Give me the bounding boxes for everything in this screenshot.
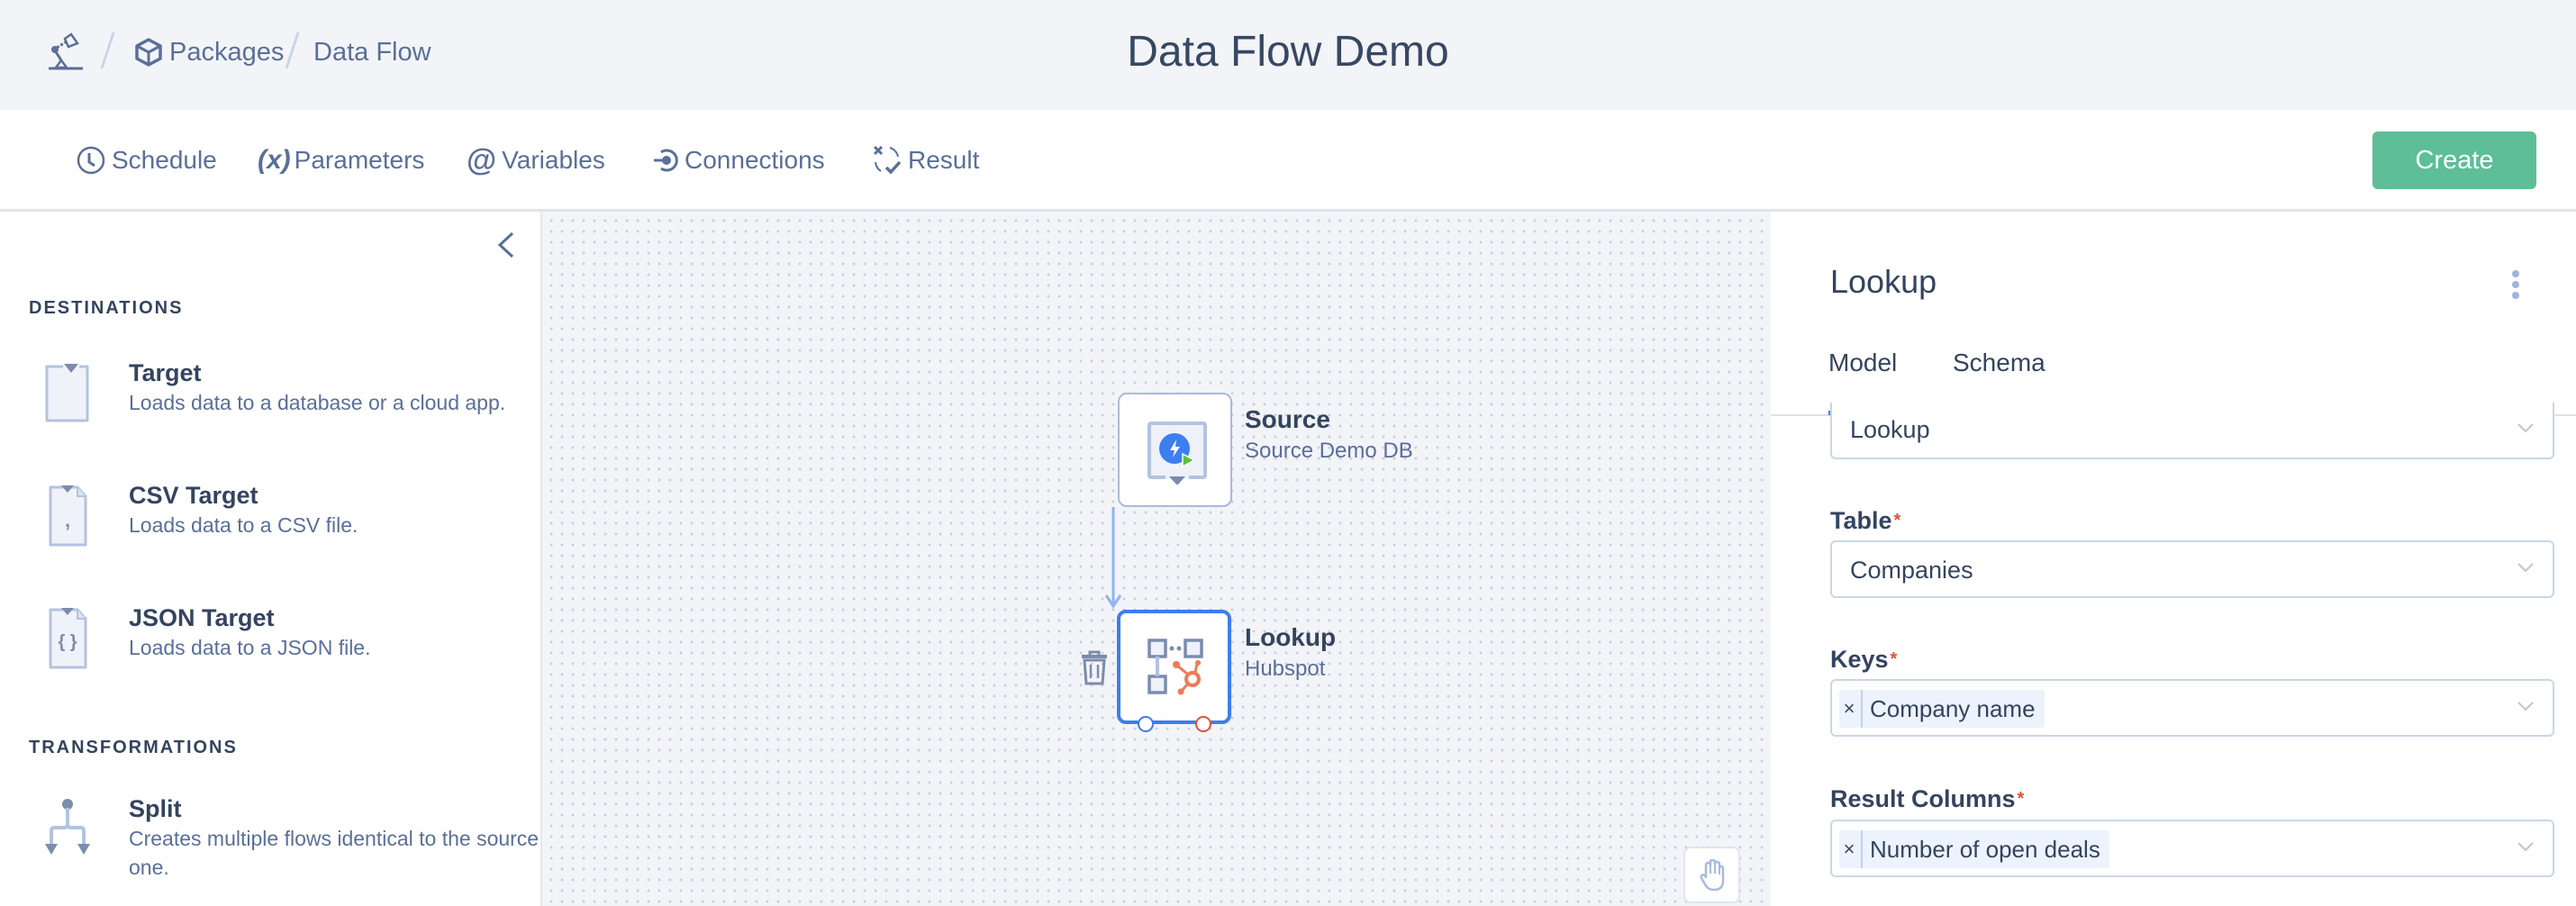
result-icon: [873, 145, 902, 175]
component-title: CSV Target: [129, 482, 259, 509]
component-desc: Loads data to a database or a cloud app.: [129, 391, 506, 414]
node-source-subtitle: Source Demo DB: [1245, 439, 1413, 463]
required-marker: *: [1893, 511, 1901, 530]
chevron-down-icon: [2517, 702, 2534, 711]
field-label-table: Table *: [1830, 505, 1900, 536]
chevron-left-icon[interactable]: [495, 231, 517, 263]
chevron-down-icon: [2517, 563, 2534, 573]
at-sign-icon: @: [467, 142, 497, 177]
chip-remove-button[interactable]: ×: [1839, 838, 1857, 861]
toolbar-parameters[interactable]: (x) Parameters: [258, 142, 424, 178]
toolbar-schedule[interactable]: Schedule: [76, 142, 217, 178]
connection-icon: [654, 149, 678, 172]
lookup-hubspot-icon: [1147, 639, 1203, 695]
table-select[interactable]: Companies: [1830, 540, 2554, 598]
source-db-icon: [1147, 421, 1207, 485]
toolbar-parameters-label: Parameters: [294, 146, 425, 174]
required-marker: *: [1890, 649, 1898, 669]
component-desc: Creates multiple flows identical to the …: [129, 827, 540, 879]
section-title-destinations: DESTINATIONS: [29, 298, 184, 318]
output-port-main[interactable]: [1138, 716, 1154, 732]
field-label-keys: Keys *: [1830, 644, 1897, 675]
svg-text:{ }: { }: [58, 632, 77, 652]
node-lookup[interactable]: [1117, 610, 1231, 724]
node-lookup-subtitle: Hubspot: [1245, 657, 1326, 681]
component-csv-target[interactable]: , CSV Target Loads data to a CSV file.: [36, 480, 522, 570]
section-title-transformations: TRANSFORMATIONS: [29, 738, 238, 757]
flow-canvas[interactable]: Source Source Demo DB Lookup Hubspot: [542, 212, 1771, 906]
chevron-down-icon: [2517, 423, 2534, 433]
toolbar: Schedule (x) Parameters @ Variables Conn…: [0, 110, 2576, 212]
component-desc: Loads data to a CSV file.: [129, 513, 358, 537]
field-label-text: Keys: [1830, 646, 1889, 673]
component-title: Target: [129, 359, 202, 386]
output-port-error[interactable]: [1195, 716, 1211, 732]
split-icon: [36, 793, 117, 874]
chip-label: Number of open deals: [1870, 835, 2100, 863]
keys-multiselect[interactable]: × Company name: [1830, 679, 2554, 737]
toolbar-connections-label: Connections: [685, 146, 825, 174]
trash-icon[interactable]: [1080, 650, 1109, 691]
edge-source-to-lookup: [1104, 507, 1122, 609]
toolbar-result-label: Result: [908, 146, 980, 174]
required-marker: *: [2017, 789, 2025, 809]
component-split[interactable]: Split Creates multiple flows identical t…: [36, 793, 539, 883]
chip-number-of-open-deals: × Number of open deals: [1839, 830, 2109, 868]
hand-tool-button[interactable]: [1683, 847, 1740, 903]
panel-header-area: [1771, 212, 2576, 414]
page-title: Data Flow Demo: [1127, 28, 1449, 76]
chip-company-name: × Company name: [1839, 690, 2045, 728]
toolbar-connections[interactable]: Connections: [652, 142, 825, 178]
toolbar-result[interactable]: Result: [872, 142, 979, 178]
component-title: Split: [129, 795, 182, 822]
result-columns-multiselect[interactable]: × Number of open deals: [1830, 820, 2554, 877]
toolbar-variables[interactable]: @ Variables: [467, 142, 605, 178]
create-button[interactable]: Create: [2372, 131, 2536, 189]
node-source-title: Source: [1245, 405, 1330, 433]
node-source[interactable]: [1118, 393, 1232, 507]
header: Packages Data Flow Data Flow Demo: [0, 0, 2576, 110]
toolbar-variables-label: Variables: [502, 146, 605, 174]
properties-panel: Lookup Model Schema Lookup Table * Compan…: [1771, 212, 2576, 906]
csv-file-icon: ,: [36, 480, 117, 561]
field-label-text: Table: [1830, 507, 1892, 534]
component-json-target[interactable]: { } JSON Target Loads data to a JSON fil…: [36, 602, 522, 693]
component-target[interactable]: Target Loads data to a database or a clo…: [36, 358, 522, 448]
field-label-result-columns: Result Columns *: [1830, 784, 2024, 814]
select-value: Companies: [1850, 557, 1973, 584]
chevron-down-icon: [2517, 842, 2534, 852]
function-x-icon: (x): [258, 145, 291, 175]
node-lookup-title: Lookup: [1245, 623, 1337, 651]
select-value: Lookup: [1850, 416, 1930, 443]
hand-icon: [1700, 859, 1725, 892]
clock-icon: [77, 146, 105, 175]
svg-text:,: ,: [65, 509, 70, 531]
chip-label: Company name: [1870, 694, 2036, 722]
toolbar-schedule-label: Schedule: [112, 146, 217, 174]
target-icon: [36, 358, 117, 439]
component-title: JSON Target: [129, 604, 275, 631]
chip-remove-button[interactable]: ×: [1839, 697, 1857, 720]
components-sidebar: DESTINATIONS Target Loads data to a data…: [0, 212, 542, 906]
json-file-icon: { }: [36, 602, 117, 684]
field-label-text: Result Columns: [1830, 785, 2016, 812]
component-desc: Loads data to a JSON file.: [129, 636, 371, 659]
